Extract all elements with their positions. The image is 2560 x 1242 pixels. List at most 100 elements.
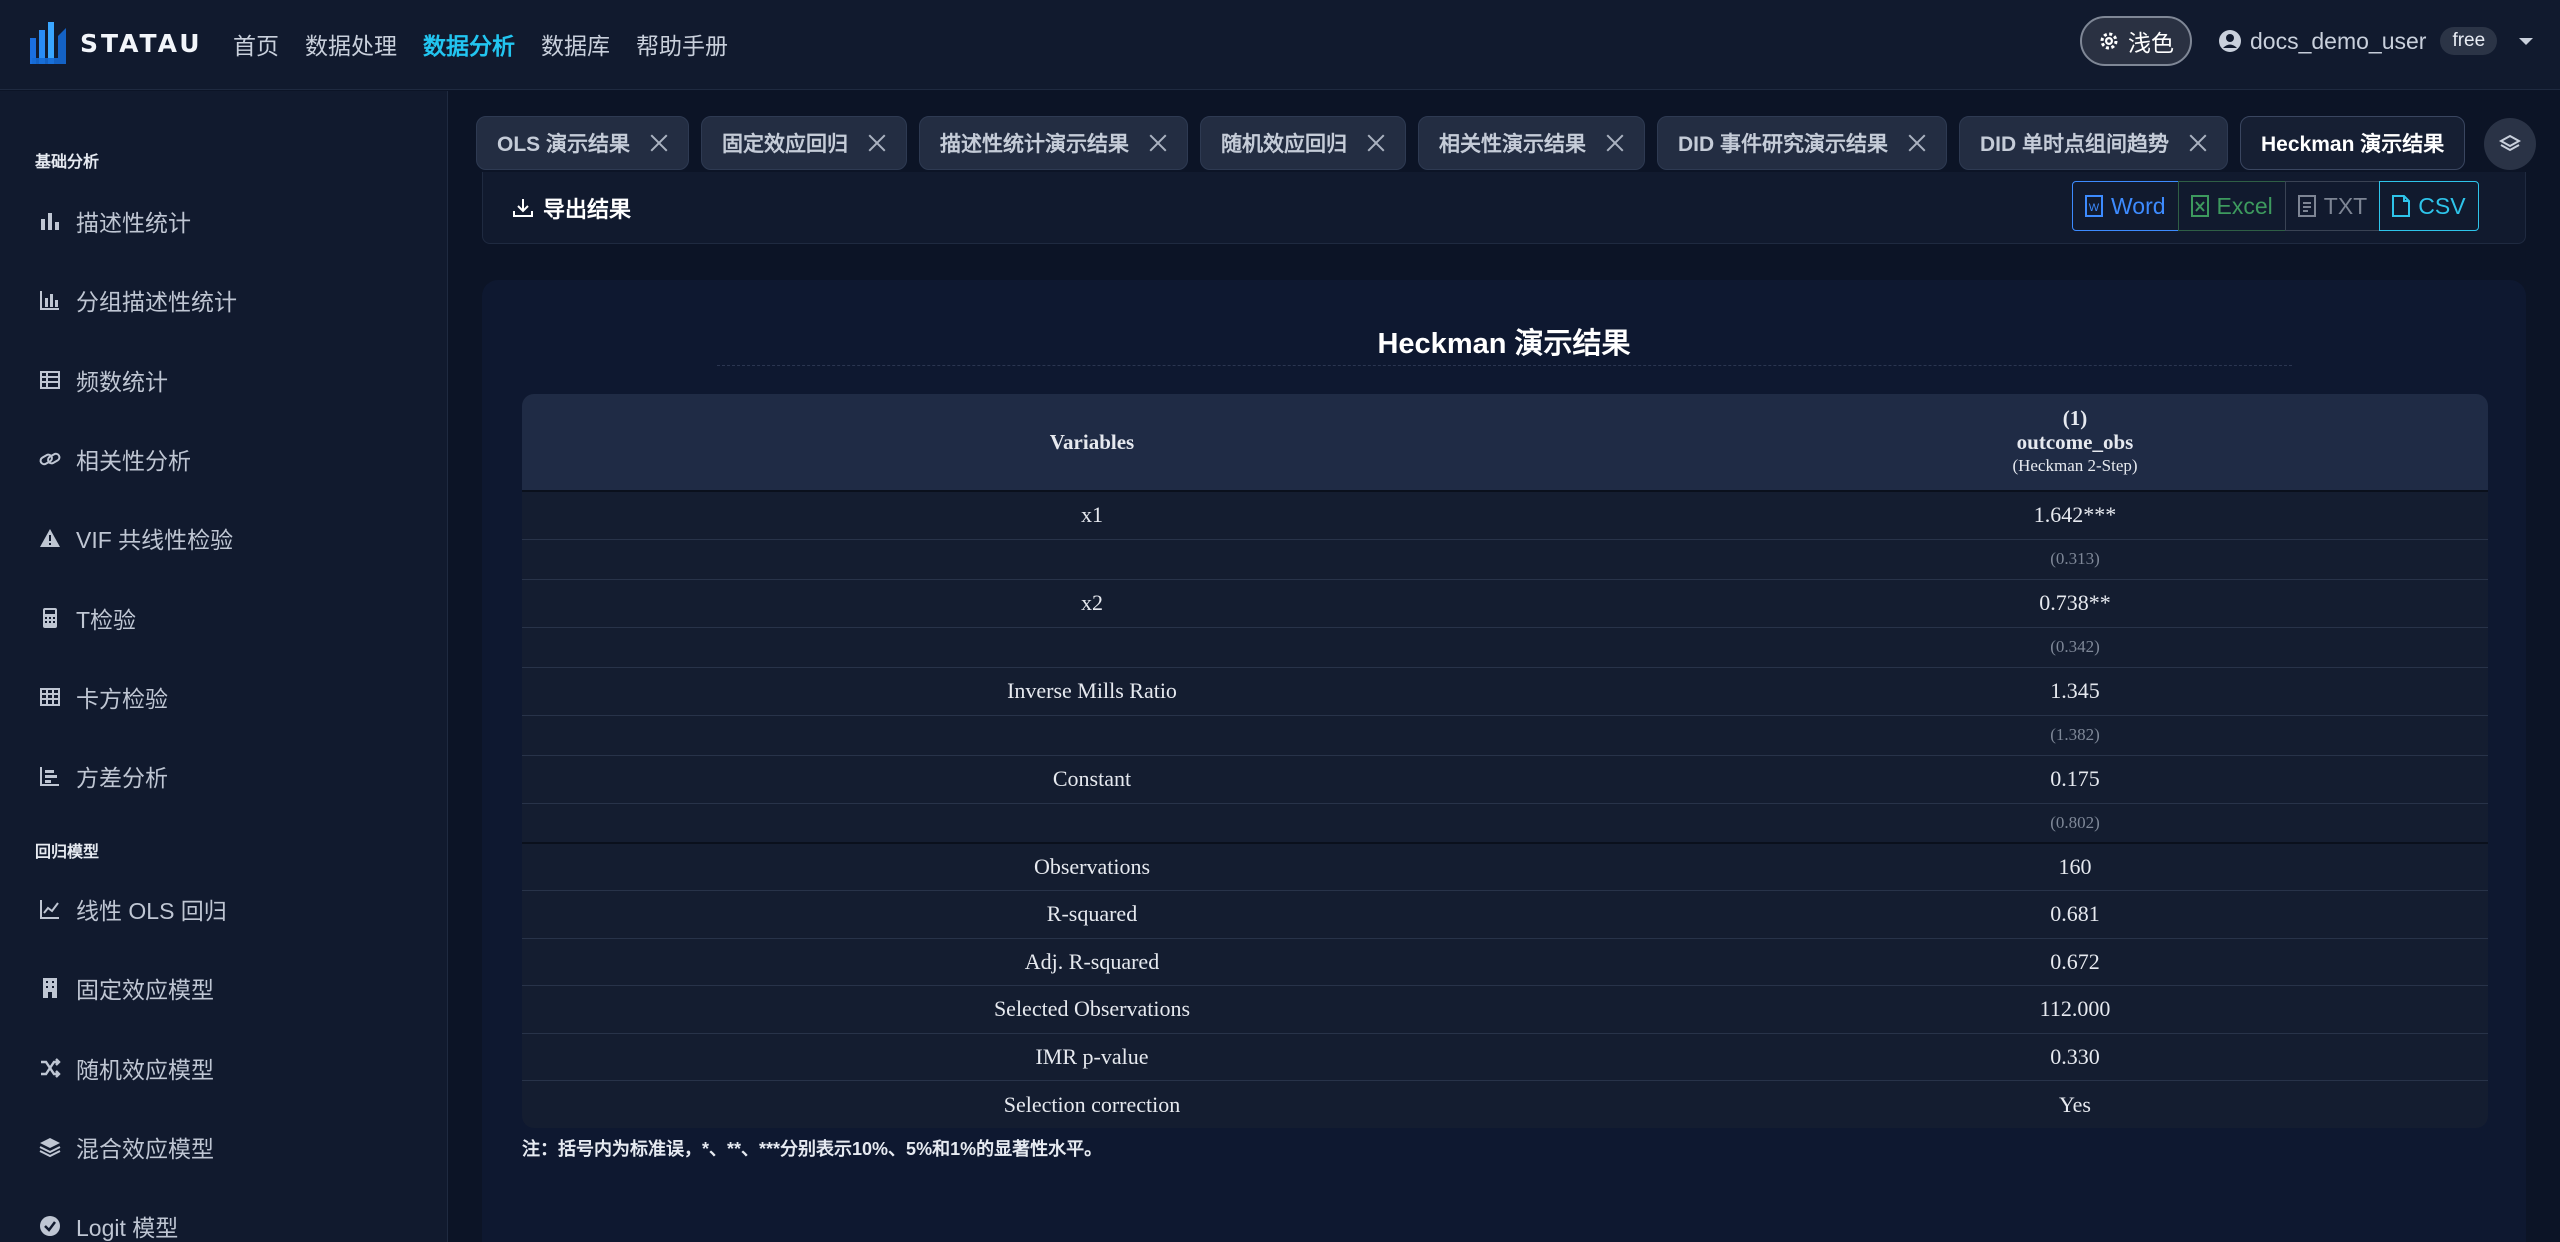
tab-descriptive[interactable]: 描述性统计演示结果 [919,116,1189,170]
tab-random-effects[interactable]: 随机效应回归 [1200,116,1407,170]
stat-value: 112.000 [1662,985,2488,1034]
table-row: (0.313) [522,539,2488,580]
tab-fixed-effects[interactable]: 固定效应回归 [701,116,908,170]
check-circle-icon [40,1216,60,1236]
close-icon[interactable] [868,134,886,152]
stat-name: Selected Observations [522,985,1662,1034]
stat-name: Adj. R-squared [522,938,1662,986]
sidebar-item-frequency[interactable]: 频数统计 [38,363,168,397]
close-icon[interactable] [650,134,668,152]
regression-table: Variables (1) outcome_obs (Heckman 2-Ste… [522,394,2488,1128]
theme-label: 浅色 [2128,30,2174,56]
standard-error: (0.802) [1662,803,2488,844]
variables-header: Variables [522,394,1662,492]
username: docs_demo_user [2250,27,2427,54]
table-row: (0.802) [522,803,2488,844]
sidebar-item-fixed-effects[interactable]: 固定效应模型 [38,971,214,1005]
tab-correlation[interactable]: 相关性演示结果 [1418,116,1646,170]
gear-icon [2100,32,2118,50]
close-icon[interactable] [2189,134,2207,152]
dependent-variable: outcome_obs [2016,430,2134,454]
export-title: 导出结果 [511,192,631,224]
variable-name: x1 [522,491,1662,540]
tab-did-event[interactable]: DID 事件研究演示结果 [1657,116,1948,170]
variable-name: Constant [522,755,1662,804]
tab-label: 随机效应回归 [1221,133,1348,156]
sidebar-item-chi-square[interactable]: 卡方检验 [38,680,168,714]
sidebar-item-label: 相关性分析 [76,448,191,474]
table-row: Adj. R-squared 0.672 [522,938,2488,986]
tab-did-single[interactable]: DID 单时点组间趋势 [1959,116,2229,170]
sidebar-item-anova[interactable]: 方差分析 [38,759,168,793]
close-icon[interactable] [1149,134,1167,152]
logo-icon [28,18,70,68]
coefficient: 0.175 [1662,755,2488,804]
standard-error: (0.342) [1662,627,2488,668]
export-csv-button[interactable]: CSV [2379,181,2479,231]
table-list-icon [40,371,60,389]
chevron-down-icon[interactable] [2519,37,2534,45]
sidebar-item-label: Logit 模型 [76,1215,179,1241]
sidebar-item-mixed-effects[interactable]: 混合效应模型 [38,1130,214,1164]
logo[interactable]: STATAU [28,18,203,68]
export-csv-label: CSV [2418,192,2466,219]
sidebar-item-label: 混合效应模型 [76,1136,214,1162]
layers-icon [39,1138,61,1158]
sidebar-item-label: 描述性统计 [76,210,191,236]
nav-help[interactable]: 帮助手册 [636,27,728,61]
grid-icon [40,688,60,706]
table-row: IMR p-value 0.330 [522,1033,2488,1081]
sidebar-item-label: 分组描述性统计 [76,289,237,315]
grouped-chart-icon [40,291,59,310]
table-note: 注：括号内为标准误，*、**、***分别表示10%、5%和1%的显著性水平。 [522,1139,1103,1159]
building-icon [43,978,57,998]
user-menu[interactable]: docs_demo_user free [2218,27,2534,55]
table-row: (1.382) [522,715,2488,756]
tab-label: 固定效应回归 [722,133,849,156]
tab-label: 相关性演示结果 [1439,133,1587,156]
sidebar-item-logit[interactable]: Logit 模型 [38,1209,178,1242]
sidebar-item-random-effects[interactable]: 随机效应模型 [38,1051,214,1085]
close-icon[interactable] [1367,134,1385,152]
export-excel-button[interactable]: Excel [2177,181,2286,231]
sidebar-item-ols[interactable]: 线性 OLS 回归 [38,892,227,926]
standard-error: (1.382) [1662,715,2488,756]
excel-file-icon [2190,195,2209,217]
table-row: Selection correction Yes [522,1081,2488,1129]
theme-toggle-button[interactable]: 浅色 [2080,16,2192,66]
export-word-button[interactable]: W Word [2072,181,2179,231]
table-row: Constant 0.175 [522,755,2488,804]
table-row: Inverse Mills Ratio 1.345 [522,667,2488,716]
nav-data-processing[interactable]: 数据处理 [305,27,397,61]
sidebar-item-correlation[interactable]: 相关性分析 [38,442,191,476]
sidebar-item-label: 随机效应模型 [76,1057,214,1083]
sidebar-item-descriptive-stats[interactable]: 描述性统计 [38,204,191,238]
sidebar-item-label: 线性 OLS 回归 [76,898,227,924]
main-nav: 首页 数据处理 数据分析 数据库 帮助手册 [233,27,754,61]
tab-ols[interactable]: OLS 演示结果 [476,116,690,170]
close-icon[interactable] [1908,134,1926,152]
column-number: (1) [2062,406,2088,430]
tab-heckman[interactable]: Heckman 演示结果 [2240,116,2466,170]
sidebar-item-label: VIF 共线性检验 [76,527,234,553]
sidebar-item-t-test[interactable]: T检验 [38,601,136,635]
stat-name: R-squared [522,890,1662,939]
sidebar-item-vif[interactable]: VIF 共线性检验 [38,521,233,555]
warning-icon [40,529,60,547]
coefficient: 1.345 [1662,667,2488,716]
export-txt-button[interactable]: TXT [2284,181,2381,231]
nav-database[interactable]: 数据库 [541,27,610,61]
sidebar-item-grouped-descriptive[interactable]: 分组描述性统计 [38,283,237,317]
close-icon[interactable] [1606,134,1624,152]
title-divider [717,365,2292,366]
stat-value: 0.681 [1662,890,2488,939]
model-column-header: (1) outcome_obs (Heckman 2-Step) [1662,394,2488,492]
nav-home[interactable]: 首页 [233,27,279,61]
top-bar: STATAU 首页 数据处理 数据分析 数据库 帮助手册 浅色 docs_dem… [0,0,2560,90]
bar-chart-icon [41,213,59,230]
calculator-icon [43,608,57,628]
tabs-menu-button[interactable] [2484,118,2536,170]
stat-value: 0.330 [1662,1033,2488,1081]
nav-data-analysis[interactable]: 数据分析 [423,27,515,61]
tab-label: DID 事件研究演示结果 [1678,133,1889,156]
